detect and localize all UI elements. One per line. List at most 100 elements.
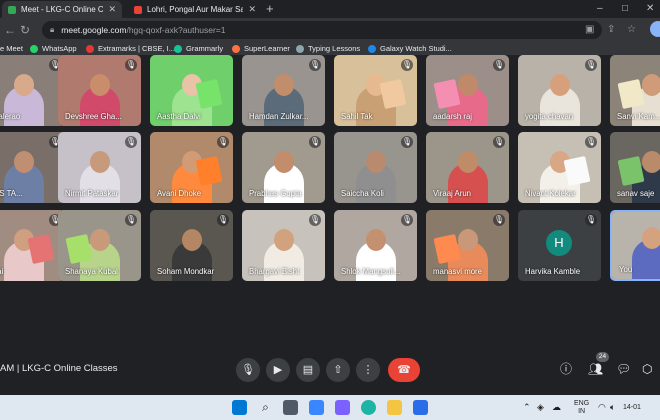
close-tab-icon[interactable]: ✕: [108, 4, 116, 15]
participant-tile[interactable]: 🎙︎Sanvi Kam...: [610, 55, 660, 126]
present-button[interactable]: ⇧: [326, 358, 350, 382]
participant-tile[interactable]: 🎙︎ Nivant Kolekar: [518, 132, 601, 203]
close-window-icon[interactable]: ✕: [646, 0, 654, 18]
mic-off-icon: 🎙︎: [309, 136, 321, 148]
leave-call-button[interactable]: ☎︎: [388, 358, 420, 382]
participant-tile[interactable]: H 🎙︎ Harvika Kamble: [518, 210, 601, 281]
participant-tile[interactable]: Aastha Dalvi: [150, 55, 233, 126]
participant-tile[interactable]: 🎙︎Bhalerao: [0, 55, 65, 126]
participant-name: Aastha Dalvi: [157, 112, 201, 121]
bookmark-extramarks[interactable]: Extramarks | CBSE, I...: [86, 42, 175, 55]
meet-favicon-icon: [8, 5, 16, 14]
bookmark-grammarly[interactable]: Grammarly: [174, 42, 223, 55]
chat-icon[interactable]: 💬︎: [616, 361, 631, 377]
participant-tile[interactable]: 🎙︎ Prabhas Gupta: [242, 132, 325, 203]
meeting-info: AM | LKG-C Online Classes: [0, 363, 118, 374]
participant-tile[interactable]: 🎙︎esai: [0, 210, 65, 281]
clock[interactable]: 14-01: [623, 404, 641, 412]
teams-chat-icon[interactable]: [335, 400, 350, 415]
camera-button[interactable]: ▶︎: [266, 358, 290, 382]
mic-off-icon: 🎙︎: [493, 59, 505, 71]
address-bar[interactable]: 🔒︎ meet.google.com /hgq-qoxf-axk?authuse…: [42, 21, 602, 39]
bookmark-label: Galaxy Watch Studi...: [380, 44, 452, 53]
participant-name: Prabhas Gupta: [249, 189, 302, 198]
bookmarks-bar: e Meet WhatsApp Extramarks | CBSE, I... …: [0, 42, 660, 55]
bookmark-whatsapp[interactable]: WhatsApp: [30, 42, 77, 55]
tab-meet[interactable]: Meet - LKG-C Online Classes ✕: [2, 1, 122, 18]
grammarly-icon: [174, 44, 182, 53]
minimize-icon[interactable]: –: [597, 0, 603, 18]
galaxy-watch-icon: [368, 44, 376, 53]
whatsapp-icon: [30, 44, 38, 53]
info-icon[interactable]: ⓘ: [560, 361, 572, 377]
store-icon[interactable]: [413, 400, 428, 415]
participant-tile[interactable]: 🎙︎ Hamdan Zulkar...: [242, 55, 325, 126]
mic-off-icon: 🎙︎: [309, 214, 321, 226]
participant-face: [549, 74, 570, 96]
bookmark-meet[interactable]: e Meet: [0, 42, 23, 55]
browser-toolbar: ← ↻ 🔒︎ meet.google.com /hgq-qoxf-axk?aut…: [0, 18, 660, 42]
search-icon[interactable]: ⌕: [258, 400, 273, 415]
tab-bar: Meet - LKG-C Online Classes ✕ Lohri, Pon…: [0, 0, 660, 18]
participant-tile[interactable]: 🎙︎ Devshree Gha...: [58, 55, 141, 126]
share-icon[interactable]: ⇪: [607, 22, 615, 38]
security-icon[interactable]: ◈: [537, 402, 544, 412]
participant-face: [273, 151, 294, 173]
chevron-up-icon[interactable]: ⌃: [523, 402, 531, 412]
participant-name: Avani Dhoke: [157, 189, 202, 198]
activities-icon[interactable]: ⬡: [642, 361, 652, 377]
close-tab-icon[interactable]: ✕: [248, 4, 256, 15]
participant-tile[interactable]: 🎙︎ Bhargavi Bisht: [242, 210, 325, 281]
more-options-button[interactable]: ⋮: [356, 358, 380, 382]
participant-tile[interactable]: 🎙︎ Saiccha Koli: [334, 132, 417, 203]
bookmark-superlearner[interactable]: SuperLearner: [232, 42, 290, 55]
widgets-icon[interactable]: [309, 400, 324, 415]
url-path: /hgq-qoxf-axk?authuser=1: [126, 25, 226, 35]
new-tab-icon[interactable]: +: [266, 1, 274, 17]
participant-tile[interactable]: You: [610, 210, 660, 281]
wifi-icon[interactable]: ◠: [598, 402, 606, 412]
bookmark-galaxy-watch[interactable]: Galaxy Watch Studi...: [368, 42, 452, 55]
participant-tile[interactable]: 🎙︎ Shanaya Kubal: [58, 210, 141, 281]
tab-lohri[interactable]: Lohri, Pongal Aur Makar Sankranti ✕: [128, 1, 262, 18]
start-windows-icon[interactable]: [232, 400, 247, 415]
participant-tile[interactable]: 🎙︎ Nirmit Pataskar: [58, 132, 141, 203]
participant-tile[interactable]: 🎙︎AAS TA...: [0, 132, 65, 203]
present-screen-icon: ⇧: [333, 364, 343, 376]
video-grid: 🎙︎Bhalerao🎙︎Devshree Gha... Aastha Dalvi 🎙…: [0, 55, 660, 343]
camera-permission-icon[interactable]: ▣: [585, 22, 594, 38]
participant-name: Shanaya Kubal: [65, 267, 118, 276]
participant-name: Nivant Kolekar: [525, 189, 576, 198]
maximize-icon[interactable]: □: [622, 0, 628, 18]
reload-icon[interactable]: ↻: [20, 22, 30, 38]
participant-tile[interactable]: 🎙︎ Sahil Tak: [334, 55, 417, 126]
language-indicator[interactable]: ENG IN: [574, 400, 589, 416]
participant-tile[interactable]: 🎙︎ Viraaj Arun: [426, 132, 509, 203]
bookmark-star-icon[interactable]: ☆: [627, 22, 636, 38]
volume-icon[interactable]: 🔈︎: [610, 402, 615, 412]
people-icon[interactable]: 👥︎: [588, 361, 603, 377]
microphone-button[interactable]: 🎙︎: [236, 358, 260, 382]
participant-tile[interactable]: 🎙︎sanav saje: [610, 132, 660, 203]
task-view-icon[interactable]: [283, 400, 298, 415]
participant-face: [641, 227, 660, 249]
edge-browser-icon[interactable]: [361, 400, 376, 415]
participant-face: [273, 229, 294, 251]
participant-tile[interactable]: 🎙︎ Shlok Mangsuli...: [334, 210, 417, 281]
participant-face: [273, 74, 294, 96]
participant-tile[interactable]: 🎙︎ Soham Mondkar: [150, 210, 233, 281]
mic-off-icon: 🎙︎: [493, 136, 505, 148]
url-host: meet.google.com: [61, 25, 127, 35]
participant-tile[interactable]: 🎙︎ manasvi more: [426, 210, 509, 281]
bookmark-typing-lessons[interactable]: Typing Lessons: [296, 42, 360, 55]
language-code: ENG: [574, 400, 590, 407]
participant-name: Hamdan Zulkar...: [249, 112, 309, 121]
participant-tile[interactable]: 🎙︎ aadarsh raj: [426, 55, 509, 126]
captions-button[interactable]: ▤: [296, 358, 320, 382]
cloud-icon[interactable]: ☁︎: [552, 402, 561, 412]
file-explorer-icon[interactable]: [387, 400, 402, 415]
participant-tile[interactable]: 🎙︎ yogita chavan: [518, 55, 601, 126]
profile-avatar[interactable]: [650, 21, 660, 37]
participant-tile[interactable]: 🎙︎ Avani Dhoke: [150, 132, 233, 203]
back-icon[interactable]: ←: [4, 22, 16, 38]
